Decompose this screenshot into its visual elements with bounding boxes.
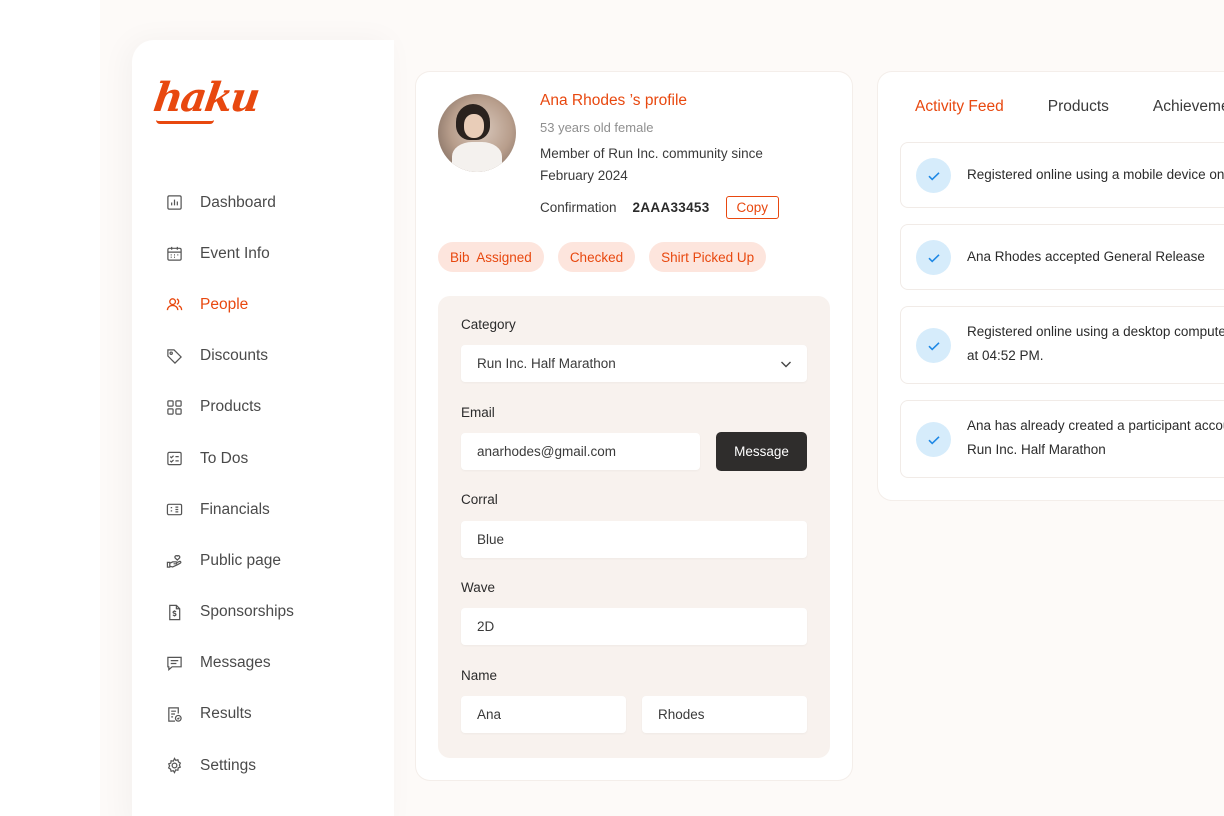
check-icon xyxy=(916,422,951,457)
sidebar-item-label: Sponsorships xyxy=(200,603,294,621)
category-select[interactable]: Run Inc. Half Marathon xyxy=(461,345,807,382)
email-value: anarhodes@gmail.com xyxy=(477,444,617,459)
sidebar-item-label: Event Info xyxy=(200,244,270,262)
checklist-icon xyxy=(164,449,184,469)
results-icon xyxy=(164,704,184,724)
tab-activity-feed[interactable]: Activity Feed xyxy=(915,98,1004,116)
check-icon xyxy=(916,328,951,363)
tag-icon xyxy=(164,346,184,366)
feed-item: Ana has already created a participant ac… xyxy=(900,400,1224,478)
tab-achievements[interactable]: Achievements xyxy=(1153,98,1224,116)
status-badge-shirt-picked-up: Shirt Picked Up xyxy=(649,242,767,272)
feed-item: Registered online using a mobile device … xyxy=(900,142,1224,208)
feed-line: Run Inc. Half Marathon xyxy=(967,442,1106,457)
category-value: Run Inc. Half Marathon xyxy=(477,356,616,371)
gear-icon xyxy=(164,756,184,776)
grid-icon xyxy=(164,397,184,417)
corral-value: Blue xyxy=(477,532,505,547)
feed-item: Registered online using a desktop comput… xyxy=(900,306,1224,384)
sidebar-item-public-page[interactable]: Public page xyxy=(164,535,384,586)
profile-membership: Member of Run Inc. community since Febru… xyxy=(540,146,763,183)
status-badge-bib-assigned: Bib Assigned xyxy=(438,242,544,272)
confirmation-value: 2AAA33453 xyxy=(632,200,710,215)
sidebar-item-label: Public page xyxy=(200,551,282,569)
feed-line: Registered online using a mobile device … xyxy=(967,167,1224,182)
chevron-down-icon xyxy=(781,361,791,368)
status-badge-checked: Checked xyxy=(557,242,636,272)
sidebar-item-label: People xyxy=(200,295,249,313)
first-name-value: Ana xyxy=(477,707,502,722)
people-icon xyxy=(164,295,184,315)
wave-value: 2D xyxy=(477,619,495,634)
wave-field[interactable]: 2D xyxy=(461,608,807,645)
sidebar-item-event-info[interactable]: Event Info xyxy=(164,228,384,279)
feed-line: Ana Rhodes accepted General Release xyxy=(967,249,1205,264)
sidebar-item-financials[interactable]: Financials xyxy=(164,484,384,535)
haku-logo[interactable]: haku xyxy=(151,74,261,121)
feed-text: Ana has already created a participant ac… xyxy=(967,414,1224,462)
wave-label: Wave xyxy=(461,580,496,595)
email-label: Email xyxy=(461,405,495,420)
feed-item: Ana Rhodes accepted General Release xyxy=(900,224,1224,290)
calendar-icon xyxy=(164,244,184,264)
check-icon xyxy=(916,240,951,275)
profile-age-gender: 53 years old female xyxy=(540,120,654,135)
avatar-shirt xyxy=(452,142,502,172)
feed-text: Registered online using a mobile device … xyxy=(967,163,1224,187)
feed-line: at 04:52 PM. xyxy=(967,348,1044,363)
sidebar-item-messages[interactable]: Messages xyxy=(164,638,384,689)
sidebar: haku Dashboard Event Info People Discoun… xyxy=(132,40,394,816)
sidebar-item-label: Products xyxy=(200,398,262,416)
sidebar-item-label: Discounts xyxy=(200,347,269,365)
profile-card: Ana Rhodes ’s profile 53 years old femal… xyxy=(416,72,852,780)
hand-heart-icon xyxy=(164,551,184,571)
money-icon xyxy=(164,500,184,520)
sidebar-item-label: Results xyxy=(200,705,252,723)
avatar xyxy=(438,94,516,172)
last-name-value: Rhodes xyxy=(658,707,705,722)
sidebar-item-sponsorships[interactable]: Sponsorships xyxy=(164,587,384,638)
activity-card: Activity Feed Products Achievements Regi… xyxy=(878,72,1224,500)
feed-text: Ana Rhodes accepted General Release xyxy=(967,245,1224,269)
corral-label: Corral xyxy=(461,492,498,507)
corral-field[interactable]: Blue xyxy=(461,521,807,558)
avatar-face xyxy=(464,114,484,138)
activity-tabs: Activity Feed Products Achievements xyxy=(915,98,1224,116)
last-name-field[interactable]: Rhodes xyxy=(642,696,807,733)
sidebar-item-label: Dashboard xyxy=(200,193,276,211)
message-icon xyxy=(164,653,184,673)
email-field[interactable]: anarhodes@gmail.com xyxy=(461,433,700,470)
name-label: Name xyxy=(461,668,498,683)
copy-button[interactable]: Copy xyxy=(725,196,780,219)
logo-swoosh xyxy=(156,120,214,124)
feed-line: Registered online using a desktop comput… xyxy=(967,324,1224,339)
registration-form: Category Run Inc. Half Marathon Email an… xyxy=(438,296,830,758)
sidebar-item-todos[interactable]: To Dos xyxy=(164,433,384,484)
document-dollar-icon xyxy=(164,602,184,622)
sidebar-item-dashboard[interactable]: Dashboard xyxy=(164,177,384,228)
message-button[interactable]: Message xyxy=(716,432,807,471)
confirmation-label: Confirmation xyxy=(540,200,617,215)
sidebar-item-products[interactable]: Products xyxy=(164,382,384,433)
sidebar-item-label: Messages xyxy=(200,654,271,672)
sidebar-nav: Dashboard Event Info People Discounts Pr… xyxy=(164,177,384,791)
sidebar-item-people[interactable]: People xyxy=(164,279,384,330)
status-badges: Bib Assigned Checked Shirt Picked Up xyxy=(438,242,780,272)
sidebar-item-settings[interactable]: Settings xyxy=(164,740,384,791)
feed-text: Registered online using a desktop comput… xyxy=(967,320,1224,368)
feed-line: Ana has already created a participant ac… xyxy=(967,418,1224,433)
tab-products[interactable]: Products xyxy=(1048,98,1109,116)
sidebar-item-label: Financials xyxy=(200,500,270,518)
first-name-field[interactable]: Ana xyxy=(461,696,626,733)
confirmation-row: Confirmation 2AAA33453 Copy xyxy=(540,196,780,219)
sidebar-item-label: To Dos xyxy=(200,449,249,467)
check-icon xyxy=(916,158,951,193)
dashboard-icon xyxy=(164,193,184,213)
sidebar-item-discounts[interactable]: Discounts xyxy=(164,331,384,382)
sidebar-item-label: Settings xyxy=(200,756,257,774)
sidebar-item-results[interactable]: Results xyxy=(164,689,384,740)
profile-title: Ana Rhodes ’s profile xyxy=(540,92,688,109)
category-label: Category xyxy=(461,317,516,332)
